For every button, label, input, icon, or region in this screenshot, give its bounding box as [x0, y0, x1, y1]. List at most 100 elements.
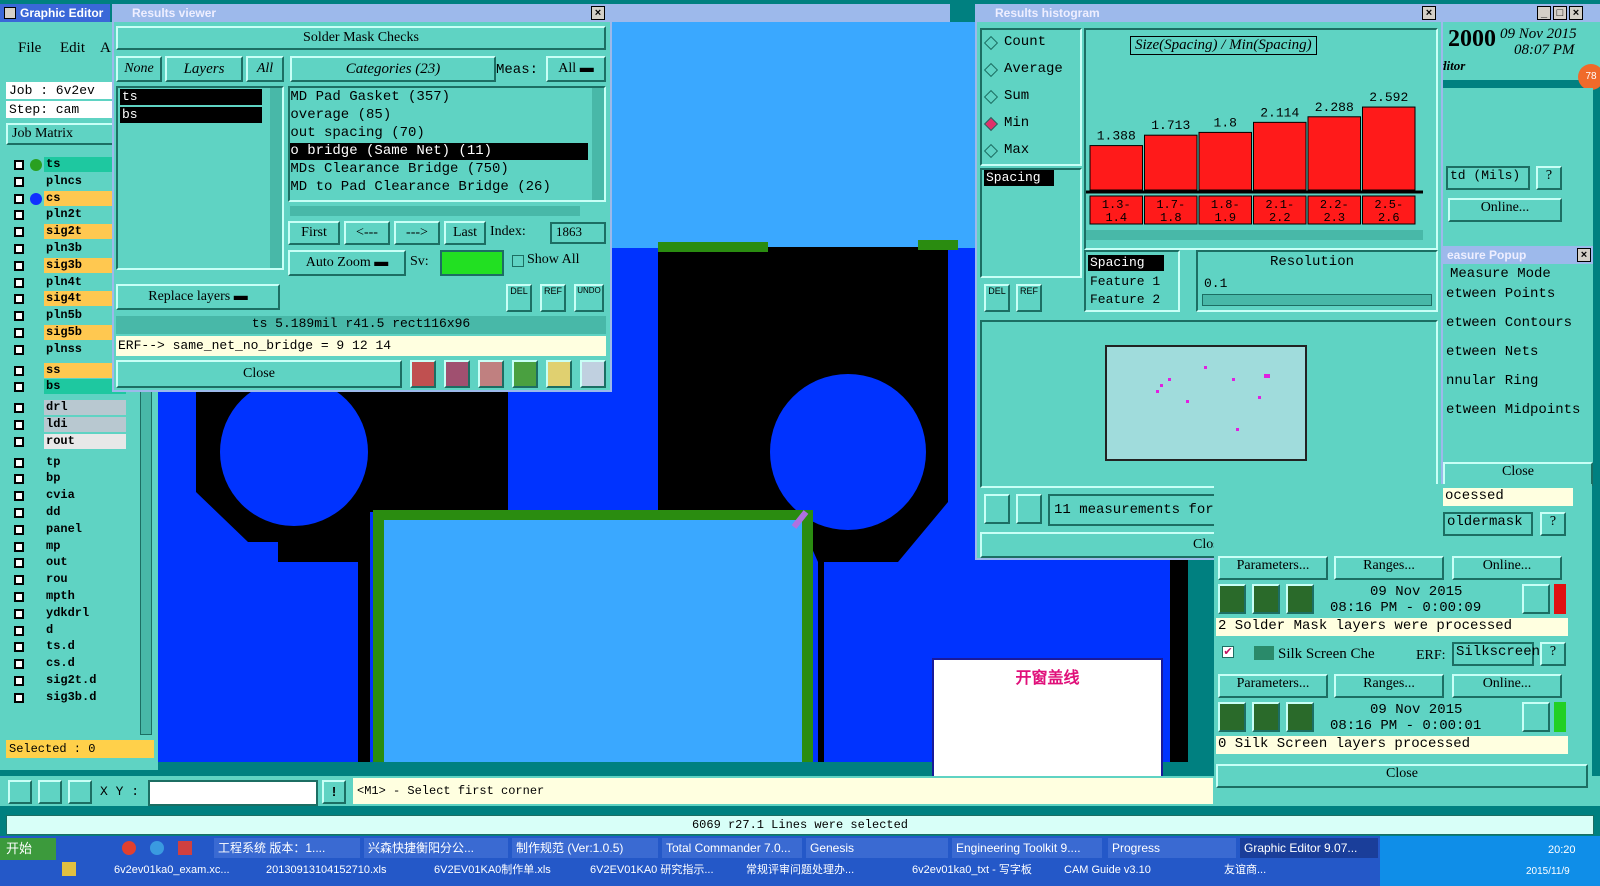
layer-row-mpth[interactable]: mpth — [10, 589, 126, 604]
layer-row-ldi[interactable]: ldi — [10, 417, 126, 432]
layer-checkbox[interactable] — [14, 659, 24, 670]
taskbar-task[interactable]: Progress — [1108, 838, 1236, 858]
snap-icon[interactable] — [8, 780, 32, 804]
units-help-button[interactable]: ? — [1536, 166, 1562, 190]
category-hscroll[interactable] — [290, 206, 580, 216]
layer-row-out[interactable]: out — [10, 555, 126, 571]
layer-checkbox[interactable] — [14, 558, 24, 569]
layer-name[interactable]: mpth — [44, 589, 126, 604]
menu-a[interactable]: A — [100, 40, 111, 57]
ref-icon[interactable]: REF — [540, 284, 566, 312]
layer-row-sig4t[interactable]: sig4t — [10, 291, 126, 307]
ss-ranges-button[interactable]: Ranges... — [1334, 674, 1444, 698]
field-feature-2[interactable]: Feature 2 — [1090, 292, 1160, 307]
layer-row-pln4t[interactable]: pln4t — [10, 274, 126, 290]
taskbar-task-row2[interactable]: 6V2EV01KA0制作单.xls — [430, 860, 580, 880]
layer-name[interactable]: mp — [44, 538, 126, 554]
ss-run-region-icon[interactable] — [1286, 702, 1314, 732]
layer-checkbox[interactable] — [14, 692, 24, 703]
display-icon[interactable] — [444, 360, 470, 388]
layer-row-rou[interactable]: rou — [10, 572, 126, 588]
layer-row-dd[interactable]: dd — [10, 505, 126, 520]
category-item[interactable]: SMD to Pad Clearance Bridge (26) — [290, 179, 588, 196]
angle-icon[interactable] — [38, 780, 62, 804]
menu-file[interactable]: File — [18, 40, 41, 57]
layer-row-sig2t[interactable]: sig2t — [10, 224, 126, 240]
measure-mode-item[interactable]: etween Contours — [1446, 315, 1572, 331]
layer-row-plncs[interactable]: plncs — [10, 173, 126, 189]
job-matrix-button[interactable]: Job Matrix — [6, 123, 114, 145]
close-icon[interactable]: × — [1569, 6, 1583, 20]
ie-icon[interactable] — [150, 841, 164, 855]
layer-name[interactable]: cvia — [44, 488, 126, 504]
layer-checkbox[interactable] — [14, 193, 24, 204]
taskbar-task[interactable]: Graphic Editor 9.07... — [1240, 838, 1378, 858]
layer-name[interactable]: rout — [44, 433, 126, 449]
maximize-icon[interactable]: □ — [1553, 6, 1567, 20]
ss-run-icon[interactable] — [1218, 702, 1246, 732]
mode-radio-average[interactable]: Average — [983, 61, 1076, 81]
sm-zoom-icon[interactable] — [1522, 584, 1550, 614]
sm-online-button[interactable]: Online... — [1452, 556, 1562, 580]
layer-checkbox[interactable] — [14, 294, 24, 305]
measure-popup-close-button[interactable]: Close — [1443, 462, 1593, 486]
taskbar-task[interactable]: 制作规范 (Ver:1.0.5) — [512, 838, 658, 858]
layer-checkbox[interactable] — [14, 382, 24, 393]
histogram-close-icon[interactable]: × — [1422, 6, 1436, 20]
taskbar-task-row2[interactable]: 友谊商... — [1220, 860, 1370, 880]
field-spacing[interactable]: Spacing — [1088, 255, 1164, 271]
taskbar-task-row2[interactable]: 6v2ev01ka0_txt - 写字板 — [908, 860, 1054, 880]
layer-checkbox[interactable] — [14, 244, 24, 254]
layer-checkbox[interactable] — [14, 403, 24, 414]
auto-zoom-select[interactable]: Auto Zoom ▬ — [288, 250, 406, 276]
measure-mode-item[interactable]: etween Midpoints — [1446, 402, 1580, 418]
layer-name[interactable]: ydkdrl — [44, 605, 126, 621]
sv-color-select[interactable] — [440, 250, 504, 276]
chip-icon[interactable] — [410, 360, 436, 388]
ss-parameters-button[interactable]: Parameters... — [1218, 674, 1328, 698]
taskbar-task[interactable]: Total Commander 7.0... — [662, 838, 802, 858]
layer-checkbox[interactable] — [14, 592, 24, 602]
layer-checkbox[interactable] — [14, 474, 24, 485]
chrome-icon[interactable] — [122, 841, 136, 855]
layer-checkbox[interactable] — [14, 210, 24, 221]
xy-input[interactable] — [148, 780, 318, 806]
layer-row-plnss[interactable]: plnss — [10, 341, 126, 357]
show-all-checkbox[interactable] — [512, 255, 524, 267]
layer-checkbox[interactable] — [14, 311, 24, 322]
layer-row-cs-d[interactable]: cs.d — [10, 656, 126, 672]
taskbar-task[interactable]: 工程系统 版本：1.... — [214, 838, 360, 858]
layer-row-cs[interactable]: cs — [10, 190, 126, 206]
layer-checkbox[interactable] — [14, 277, 24, 288]
next-button[interactable]: ---> — [394, 221, 440, 245]
layer-row-bp[interactable]: bp — [10, 471, 126, 487]
category-item[interactable]: No bridge (Same Net) (11) — [290, 143, 588, 160]
layer-row-sig5b[interactable]: sig5b — [10, 325, 126, 340]
soldermask-help-button[interactable]: ? — [1540, 512, 1566, 536]
layer-checkbox[interactable] — [14, 524, 24, 535]
taskbar-task-row2[interactable]: 常规评审问题处理办... — [742, 860, 902, 880]
measure-mode-item[interactable]: etween Nets — [1446, 344, 1538, 360]
first-button[interactable]: First — [288, 221, 340, 245]
layer-row-ts[interactable]: ts — [10, 157, 126, 172]
measure-mode-item[interactable]: etween Points — [1446, 286, 1555, 302]
layer-name[interactable]: bp — [44, 471, 126, 487]
meas-select[interactable]: All ▬ — [546, 56, 606, 82]
layer-result-ts[interactable]: ts — [120, 89, 262, 105]
notification-badge[interactable]: 78 — [1578, 64, 1600, 90]
taskbar-task-row2[interactable]: CAM Guide v3.10 — [1060, 860, 1210, 880]
layer-name[interactable]: ts.d — [44, 639, 126, 655]
layer-checkbox[interactable] — [14, 260, 24, 271]
taskbar-task[interactable]: 兴森快捷衡阳分公... — [364, 838, 508, 858]
category-item[interactable]: SMD Pad Gasket (357) — [290, 89, 588, 106]
index-input[interactable]: 1863 — [550, 222, 606, 244]
layer-checkbox[interactable] — [14, 227, 24, 238]
layer-row-ydkdrl[interactable]: ydkdrl — [10, 605, 126, 621]
layer-checkbox[interactable] — [14, 676, 24, 686]
taskbar-task[interactable]: Engineering Toolkit 9.... — [952, 838, 1102, 858]
preview-del-icon[interactable] — [984, 494, 1010, 524]
results-viewer-close-button[interactable]: Close — [116, 360, 402, 388]
mode-radio-sum[interactable]: Sum — [983, 88, 1076, 108]
categories-button[interactable]: Categories (23) — [290, 56, 496, 82]
layer-row-cvia[interactable]: cvia — [10, 488, 126, 504]
